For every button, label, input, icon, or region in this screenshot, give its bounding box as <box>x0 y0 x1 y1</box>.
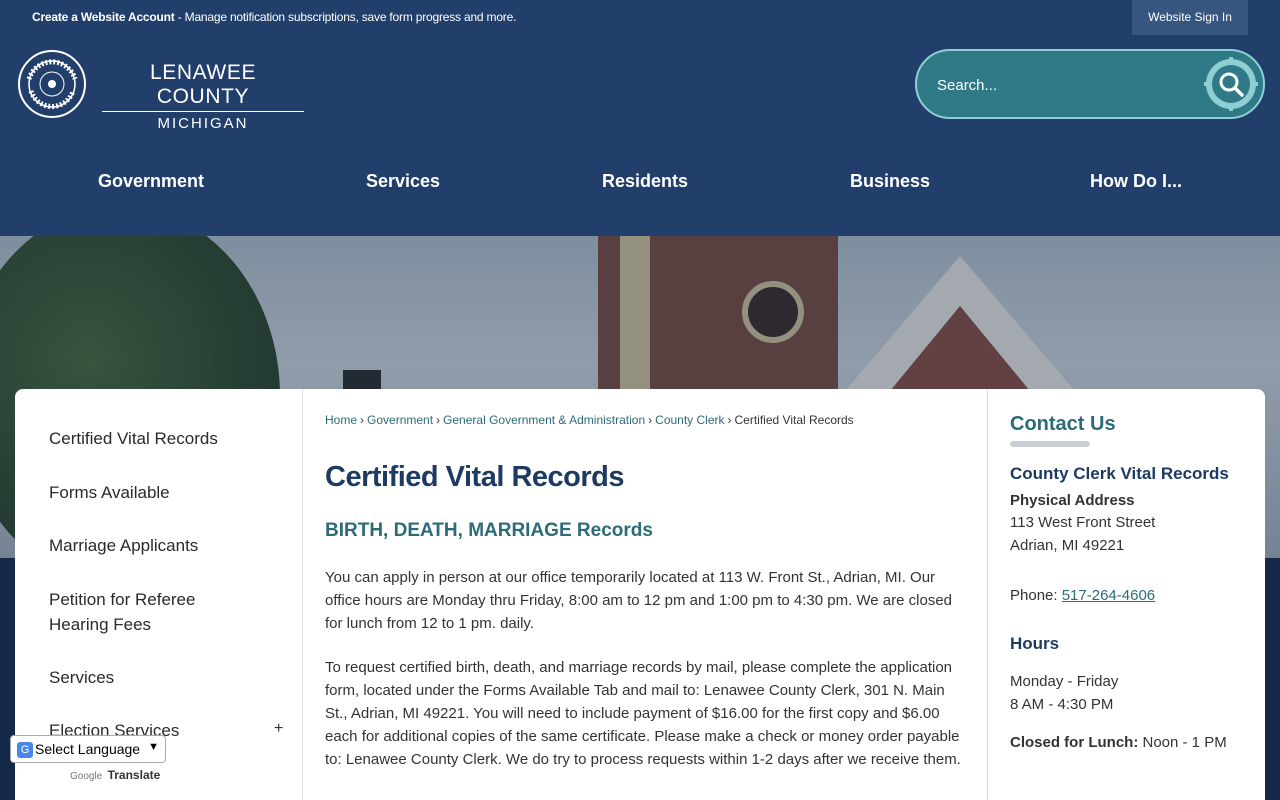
nav-business[interactable]: Business <box>850 171 930 192</box>
county-seal-logo[interactable] <box>17 49 87 119</box>
section-subheading: BIRTH, DEATH, MARRIAGE Records <box>325 520 653 541</box>
hours-days: Monday - Friday <box>1010 673 1119 690</box>
breadcrumb-general-government[interactable]: General Government & Administration <box>443 413 645 427</box>
nav-government[interactable]: Government <box>98 171 204 192</box>
breadcrumb-government[interactable]: Government <box>367 413 433 427</box>
powered-by-google: Google Translate <box>70 768 160 782</box>
phone-link[interactable]: 517-264-4606 <box>1062 587 1155 604</box>
paragraph-in-person: You can apply in person at our office te… <box>325 569 953 632</box>
nav-residents[interactable]: Residents <box>602 171 688 192</box>
search-icon[interactable] <box>1203 56 1259 112</box>
chevron-down-icon: ▼ <box>148 741 159 753</box>
logo-county-name: LENAWEE COUNTY <box>149 61 257 108</box>
nav-how-do-i[interactable]: How Do I... <box>1090 171 1182 192</box>
county-wordmark[interactable]: LENAWEE COUNTY MICHIGAN <box>102 61 304 132</box>
contact-department: County Clerk Vital Records <box>1010 464 1229 483</box>
phone-label: Phone: <box>1010 587 1062 604</box>
nav-services[interactable]: Services <box>366 171 440 192</box>
main-navigation: Government Services Residents Business H… <box>0 171 1280 199</box>
google-translate-widget: G Select Language ▼ Google Translate <box>10 735 170 785</box>
breadcrumb-county-clerk[interactable]: County Clerk <box>655 413 724 427</box>
breadcrumb-current: Certified Vital Records <box>734 413 854 427</box>
create-account-link[interactable]: Create a Website Account <box>32 10 175 24</box>
paragraph-by-mail: To request certified birth, death, and m… <box>325 659 961 768</box>
account-message[interactable]: Create a Website Account - Manage notifi… <box>32 10 516 24</box>
breadcrumb-home[interactable]: Home <box>325 413 357 427</box>
address-label: Physical Address <box>1010 492 1135 509</box>
lunch-time: Noon - 1 PM <box>1138 734 1227 751</box>
breadcrumb-separator: › <box>436 413 441 427</box>
language-select-label: Select Language <box>35 741 141 757</box>
address-line-2: Adrian, MI 49221 <box>1010 537 1125 554</box>
contact-us-heading: Contact Us <box>1010 413 1116 435</box>
breadcrumb-separator: › <box>727 413 732 427</box>
google-logo-text: Google <box>70 771 103 782</box>
translate-link[interactable]: Translate <box>108 768 161 782</box>
sidebar-item-certified-vital-records[interactable]: Certified Vital Records <box>49 426 218 451</box>
content-card: Certified Vital Records Forms Available … <box>15 389 1265 800</box>
lunch-label: Closed for Lunch: <box>1010 734 1139 751</box>
search-input[interactable] <box>937 71 1197 99</box>
logo-divider <box>102 111 304 112</box>
breadcrumb-separator: › <box>648 413 653 427</box>
contact-panel: Contact Us County Clerk Vital Records Ph… <box>987 389 1265 800</box>
lunch-hours: Closed for Lunch: Noon - 1 PM <box>1010 731 1227 754</box>
page-title: Certified Vital Records <box>325 461 625 493</box>
address-line-1: 113 West Front Street <box>1010 514 1156 531</box>
sidebar-item-petition-referee-fees[interactable]: Petition for Referee Hearing Fees <box>49 587 229 637</box>
hours-heading: Hours <box>1010 634 1060 653</box>
main-content: Home › Government › General Government & Adm… <box>325 389 985 800</box>
phone-line: Phone: 517-264-4606 <box>1010 584 1155 607</box>
google-translate-icon: G <box>17 742 33 758</box>
site-header: LENAWEE COUNTY MICHIGAN Government Servi… <box>0 35 1280 236</box>
logo-state-name: MICHIGAN <box>157 115 249 132</box>
sidebar-item-services[interactable]: Services <box>49 665 114 690</box>
breadcrumb-separator: › <box>360 413 365 427</box>
account-message-text: - Manage notification subscriptions, sav… <box>174 10 517 24</box>
contact-divider <box>1010 441 1090 447</box>
language-select[interactable]: G Select Language ▼ <box>10 735 166 763</box>
sidebar-item-forms-available[interactable]: Forms Available <box>49 480 170 505</box>
expand-election-services-button[interactable]: + <box>274 720 283 738</box>
website-sign-in-button[interactable]: Website Sign In <box>1132 0 1248 35</box>
search-box <box>915 49 1265 119</box>
sidebar-item-marriage-applicants[interactable]: Marriage Applicants <box>49 533 198 558</box>
hours-time: 8 AM - 4:30 PM <box>1010 696 1114 713</box>
breadcrumb: Home › Government › General Government & Adm… <box>325 413 854 427</box>
top-notification-bar: Create a Website Account - Manage notifi… <box>0 0 1280 35</box>
